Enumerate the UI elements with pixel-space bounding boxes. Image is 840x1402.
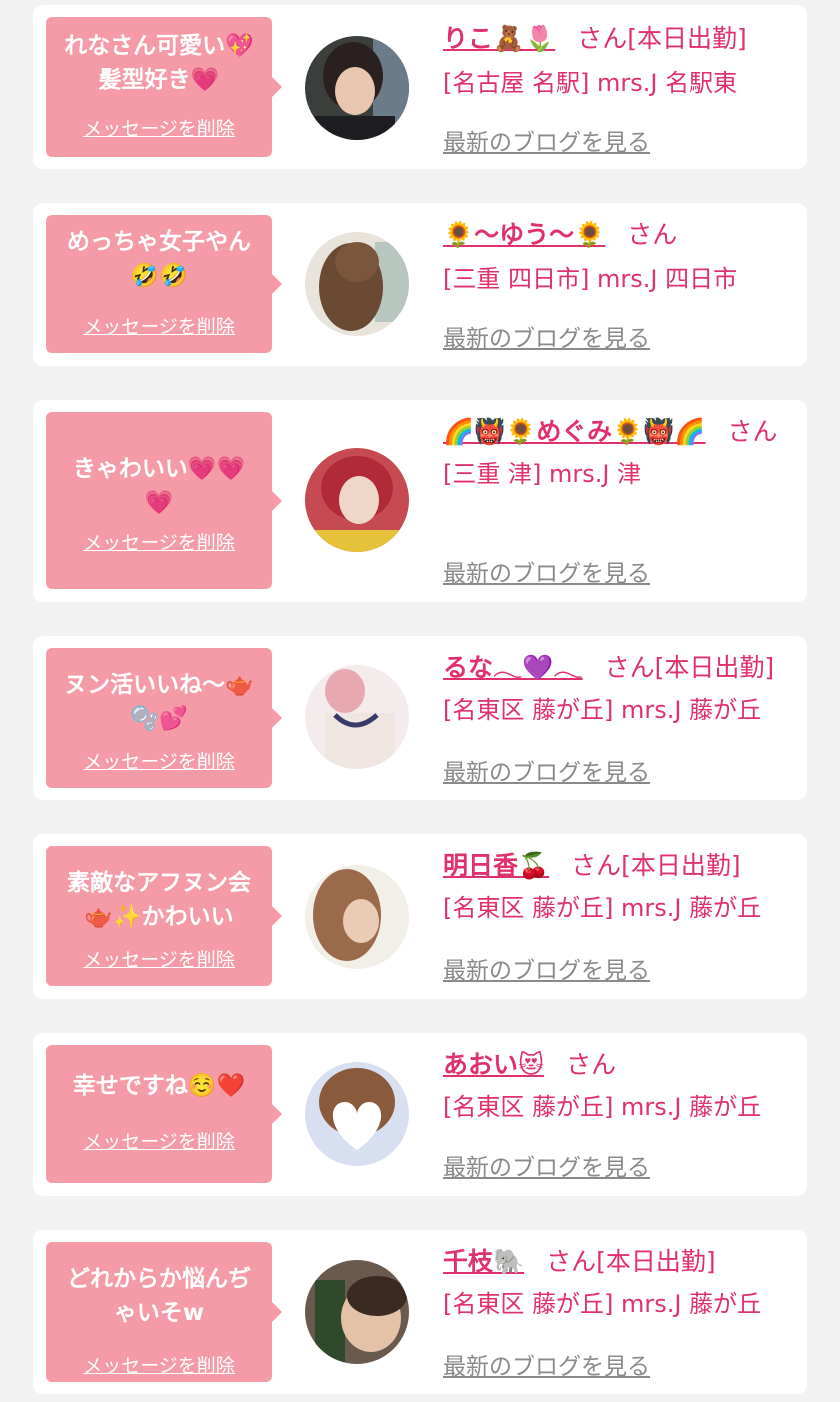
latest-blog-link[interactable]: 最新のブログを見る — [443, 753, 650, 787]
avatar[interactable] — [305, 36, 409, 140]
cast-name-link[interactable]: 🌈👹🌻めぐみ🌻👹🌈 — [443, 417, 706, 446]
latest-blog-link[interactable]: 最新のブログを見る — [443, 1148, 650, 1182]
cast-name-link[interactable]: あおい😻 — [443, 1050, 544, 1079]
message-bubble: どれからか悩んぢ ゃいそw メッセージを削除 — [46, 1242, 282, 1382]
message-bubble: れなさん可愛い💖 髪型好き💗 メッセージを削除 — [46, 17, 282, 157]
shop-label: [名東区 藤が丘] mrs.J 藤が丘 — [443, 894, 762, 922]
cast-info: 千枝🐘 さん[本日出勤] [名東区 藤が丘] mrs.J 藤が丘 — [443, 1242, 799, 1324]
avatar[interactable] — [305, 232, 409, 336]
message-text: きゃわいい💗💗 💗 — [72, 456, 246, 516]
message-text: めっちゃ女子やん 🤣🤣 — [67, 229, 251, 289]
delete-message-button[interactable]: メッセージを削除 — [46, 1127, 272, 1154]
message-list: れなさん可愛い💖 髪型好き💗 メッセージを削除 りこ🧸🌷 さん[本日出勤] [名古… — [0, 0, 840, 1402]
shop-label: [三重 四日市] mrs.J 四日市 — [443, 265, 738, 293]
delete-message-button[interactable]: メッセージを削除 — [46, 1351, 272, 1378]
message-text: ヌン活いいね〜🫖 🫧💕 — [64, 672, 254, 732]
cast-suffix: さん[本日出勤] — [546, 1247, 716, 1276]
cast-name-link[interactable]: 明日香🍒 — [443, 851, 549, 880]
message-text: どれからか悩んぢ ゃいそw — [67, 1266, 251, 1326]
list-item: めっちゃ女子やん 🤣🤣 メッセージを削除 🌻〜ゆう〜🌻 さん [三重 四日市] m… — [33, 203, 807, 366]
delete-message-button[interactable]: メッセージを削除 — [46, 747, 272, 774]
list-item: きゃわいい💗💗 💗 メッセージを削除 🌈👹🌻めぐみ🌻👹🌈 さん [三重 津] mr… — [33, 400, 807, 602]
avatar[interactable] — [305, 1260, 409, 1364]
latest-blog-link[interactable]: 最新のブログを見る — [443, 1347, 650, 1381]
cast-info: 🌻〜ゆう〜🌻 さん [三重 四日市] mrs.J 四日市 — [443, 215, 799, 299]
cast-suffix: さん[本日出勤] — [571, 851, 741, 880]
message-text: 幸せですね☺️❤️ — [72, 1073, 246, 1099]
list-item: 幸せですね☺️❤️ メッセージを削除 あおい😻 さん [名東区 藤が丘] mrs.… — [33, 1033, 807, 1196]
message-bubble: 幸せですね☺️❤️ メッセージを削除 — [46, 1045, 282, 1183]
latest-blog-link[interactable]: 最新のブログを見る — [443, 951, 650, 985]
delete-message-button[interactable]: メッセージを削除 — [46, 528, 272, 555]
message-text: 素敵なアフヌン会 🫖✨かわいい — [67, 870, 251, 930]
message-text: れなさん可愛い💖 髪型好き💗 — [64, 33, 254, 93]
cast-info: 🌈👹🌻めぐみ🌻👹🌈 さん [三重 津] mrs.J 津 — [443, 412, 799, 494]
avatar[interactable] — [305, 865, 409, 969]
cast-name-link[interactable]: るな𓂃💜𓂃 — [443, 653, 583, 682]
latest-blog-link[interactable]: 最新のブログを見る — [443, 319, 650, 353]
delete-message-button[interactable]: メッセージを削除 — [46, 945, 272, 972]
cast-info: るな𓂃💜𓂃 さん[本日出勤] [名東区 藤が丘] mrs.J 藤が丘 — [443, 648, 799, 730]
cast-info: 明日香🍒 さん[本日出勤] [名東区 藤が丘] mrs.J 藤が丘 — [443, 846, 799, 928]
shop-label: [三重 津] mrs.J 津 — [443, 460, 642, 488]
shop-label: [名東区 藤が丘] mrs.J 藤が丘 — [443, 696, 762, 724]
cast-suffix: さん — [727, 417, 778, 446]
cast-info: あおい😻 さん [名東区 藤が丘] mrs.J 藤が丘 — [443, 1045, 799, 1127]
shop-label: [名東区 藤が丘] mrs.J 藤が丘 — [443, 1290, 762, 1318]
latest-blog-link[interactable]: 最新のブログを見る — [443, 554, 650, 588]
delete-message-button[interactable]: メッセージを削除 — [46, 114, 272, 141]
avatar[interactable] — [305, 1062, 409, 1166]
cast-name-link[interactable]: 🌻〜ゆう〜🌻 — [443, 220, 605, 249]
cast-suffix: さん — [627, 220, 678, 249]
avatar[interactable] — [305, 665, 409, 769]
message-bubble: きゃわいい💗💗 💗 メッセージを削除 — [46, 412, 282, 589]
list-item: 素敵なアフヌン会 🫖✨かわいい メッセージを削除 明日香🍒 さん[本日出勤] [名… — [33, 834, 807, 999]
message-bubble: ヌン活いいね〜🫖 🫧💕 メッセージを削除 — [46, 648, 282, 788]
shop-label: [名東区 藤が丘] mrs.J 藤が丘 — [443, 1093, 762, 1121]
cast-info: りこ🧸🌷 さん[本日出勤] [名古屋 名駅] mrs.J 名駅東 — [443, 19, 799, 103]
cast-suffix: さん[本日出勤] — [604, 653, 775, 682]
cast-name-link[interactable]: 千枝🐘 — [443, 1247, 524, 1276]
list-item: れなさん可愛い💖 髪型好き💗 メッセージを削除 りこ🧸🌷 さん[本日出勤] [名古… — [33, 5, 807, 169]
message-bubble: 素敵なアフヌン会 🫖✨かわいい メッセージを削除 — [46, 846, 282, 986]
cast-suffix: さん — [566, 1050, 617, 1079]
list-item: ヌン活いいね〜🫖 🫧💕 メッセージを削除 るな𓂃💜𓂃 さん[本日出勤] [名東区 … — [33, 636, 807, 800]
cast-name-link[interactable]: りこ🧸🌷 — [443, 24, 555, 53]
avatar[interactable] — [305, 448, 409, 552]
delete-message-button[interactable]: メッセージを削除 — [46, 312, 272, 339]
cast-suffix: さん[本日出勤] — [577, 24, 747, 53]
shop-label: [名古屋 名駅] mrs.J 名駅東 — [443, 69, 738, 97]
latest-blog-link[interactable]: 最新のブログを見る — [443, 123, 650, 157]
list-item: どれからか悩んぢ ゃいそw メッセージを削除 千枝🐘 さん[本日出勤] [名東区 … — [33, 1230, 807, 1394]
message-bubble: めっちゃ女子やん 🤣🤣 メッセージを削除 — [46, 215, 282, 353]
